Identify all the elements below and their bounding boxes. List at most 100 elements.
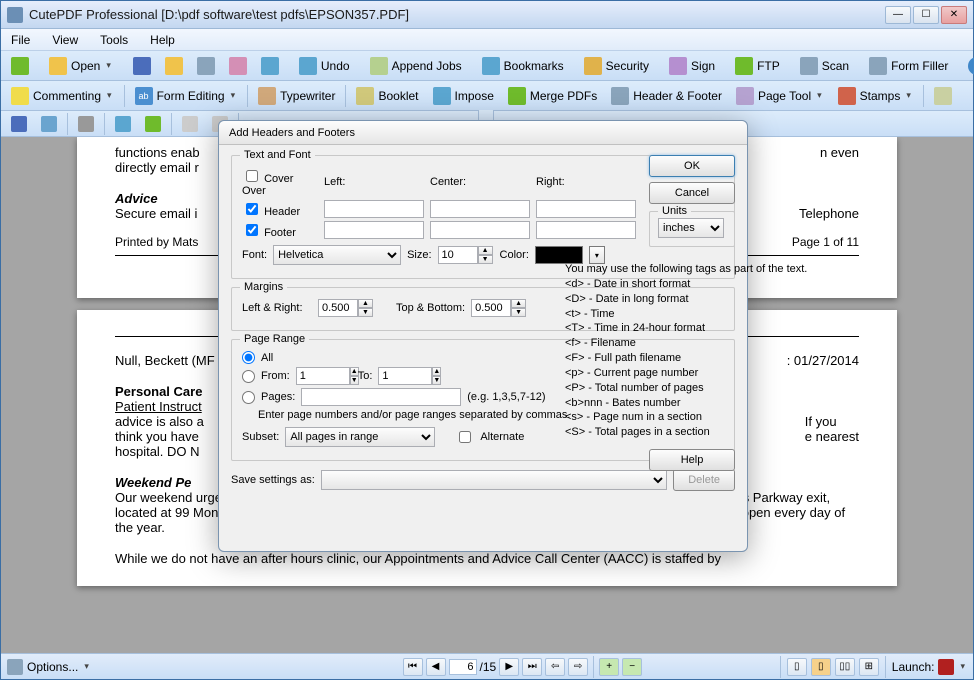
doc-text: Printed by Mats [115,235,198,249]
next-page-button[interactable]: ▶ [499,658,519,676]
typewriter-label: Typewriter [280,89,335,103]
append-jobs-button[interactable]: Append Jobs [364,54,468,78]
tb-input[interactable] [471,299,511,317]
stamps-button[interactable]: Stamps▾ [832,84,919,108]
view-facing-button[interactable]: ▯▯ [835,658,855,676]
minimize-button[interactable]: — [885,6,911,24]
email-button[interactable] [223,54,253,78]
footer-left-input[interactable] [324,221,424,239]
pages-input[interactable] [301,388,461,406]
subset-select[interactable]: All pages in range [285,427,435,447]
merge-pdfs-button[interactable]: Merge PDFs [502,84,603,108]
typewriter-button[interactable]: Typewriter [252,84,341,108]
lr-up-button[interactable]: ▲ [358,299,373,308]
quick-attach-icon[interactable] [139,113,167,135]
quick-mail-icon[interactable] [109,113,137,135]
view-continuous-button[interactable]: ▯ [811,658,831,676]
impose-button[interactable]: Impose [427,84,500,108]
back-button[interactable] [5,54,35,78]
from-input[interactable] [296,367,350,385]
menu-view[interactable]: View [48,31,82,49]
view-continuous-facing-button[interactable]: ⊞ [859,658,879,676]
sign-button[interactable]: Sign [663,54,721,78]
menu-tools[interactable]: Tools [96,31,132,49]
bookmarks-button[interactable]: Bookmarks [476,54,570,78]
save-settings-select[interactable] [321,470,667,490]
lr-input[interactable] [318,299,358,317]
scan-button[interactable]: Scan [794,54,855,78]
header-left-input[interactable] [324,200,424,218]
pages-radio[interactable] [242,391,255,404]
adobe-icon[interactable] [938,659,954,675]
cancel-button[interactable]: Cancel [649,182,735,204]
quick-save-icon[interactable] [5,113,33,135]
nav-forward-button[interactable]: ⇨ [568,658,588,676]
from-spinner[interactable]: ▲▼ [296,367,352,385]
maximize-button[interactable]: ☐ [913,6,939,24]
footer-center-input[interactable] [430,221,530,239]
commenting-button[interactable]: Commenting▾ [5,84,120,108]
to-down-button[interactable]: ▼ [432,376,441,385]
view-single-button[interactable]: ▯ [787,658,807,676]
prev-page-button[interactable]: ◀ [426,658,446,676]
statusbar: Options... ▾ ⏮ ◀ /15 ▶ ⏭ ⇦ ⇨ + − ▯ ▯ ▯▯ … [1,653,973,679]
tb-up-button[interactable]: ▲ [511,299,526,308]
save-button[interactable] [127,54,157,78]
ok-button[interactable]: OK [649,155,735,177]
page-tool-button[interactable]: Page Tool▾ [730,84,830,108]
help-button[interactable]: Help [649,449,735,471]
app-icon [7,7,23,23]
alternate-checkbox[interactable] [459,431,471,443]
zoom-out-button[interactable]: − [622,658,642,676]
text-font-legend: Text and Font [240,149,315,161]
to-input[interactable] [378,367,432,385]
ftp-button[interactable]: FTP [729,54,786,78]
header-footer-button[interactable]: Header & Footer [605,84,728,108]
size-down-button[interactable]: ▼ [478,255,493,264]
lr-down-button[interactable]: ▼ [358,308,373,317]
size-input[interactable] [438,246,478,264]
open-button[interactable]: Open▾ [43,54,119,78]
security-button[interactable]: Security [578,54,655,78]
menu-help[interactable]: Help [146,31,179,49]
size-spinner[interactable]: ▲▼ [438,246,494,264]
menubar: File View Tools Help [1,29,973,51]
size-label: Size: [407,249,431,261]
launch-dropdown[interactable]: ▾ [958,661,967,672]
quick-page-icon[interactable] [176,113,204,135]
open-folder-button[interactable] [159,54,189,78]
print-button[interactable] [191,54,221,78]
form-filler-button[interactable]: Form Filler [863,54,954,78]
cover-over-checkbox[interactable] [246,170,258,182]
to-up-button[interactable]: ▲ [432,367,441,376]
to-spinner[interactable]: ▲▼ [378,367,434,385]
header-checkbox[interactable] [246,203,258,215]
from-radio[interactable] [242,370,255,383]
nav-back-button[interactable]: ⇦ [545,658,565,676]
zoom-in-button[interactable]: + [599,658,619,676]
options-button[interactable]: Options... [27,660,78,674]
quick-print2-icon[interactable] [72,113,100,135]
menu-file[interactable]: File [7,31,34,49]
all-radio[interactable] [242,351,255,364]
size-up-button[interactable]: ▲ [478,246,493,255]
undo-button[interactable]: Undo [293,54,356,78]
header-center-input[interactable] [430,200,530,218]
font-select[interactable]: Helvetica [273,245,401,265]
form-editing-button[interactable]: abForm Editing▾ [129,84,244,108]
footer-checkbox[interactable] [246,224,258,236]
help-how-button[interactable]: How [962,54,974,78]
tb-spinner[interactable]: ▲▼ [471,299,527,317]
units-select[interactable]: inches [658,218,724,238]
quick-print-icon[interactable] [35,113,63,135]
refresh-button[interactable] [255,54,285,78]
lr-spinner[interactable]: ▲▼ [318,299,374,317]
last-page-button[interactable]: ⏭ [522,658,542,676]
tb-down-button[interactable]: ▼ [511,308,526,317]
close-button[interactable]: ✕ [941,6,967,24]
page-number-input[interactable] [449,659,477,675]
delete-button[interactable]: Delete [673,469,735,491]
booklet-button[interactable]: Booklet [350,84,424,108]
first-page-button[interactable]: ⏮ [403,658,423,676]
edit-button[interactable] [928,84,958,108]
